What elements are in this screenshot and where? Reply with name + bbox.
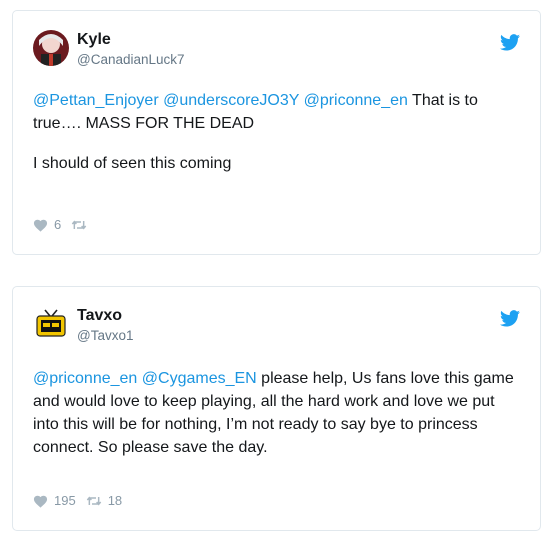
mention-link[interactable]: @priconne_en [33, 370, 137, 387]
display-name[interactable]: Tavxo [77, 307, 122, 325]
twitter-bird-icon[interactable] [500, 34, 520, 51]
retweet-button[interactable] [71, 219, 93, 231]
like-button[interactable]: 195 [33, 493, 76, 508]
tweet-actions: 6 [33, 217, 103, 232]
like-count: 195 [54, 493, 76, 508]
twitter-bird-icon[interactable] [500, 310, 520, 327]
tweet-card[interactable]: Kyle @CanadianLuck7 @Pettan_Enjoyer @und… [12, 10, 541, 255]
tweet-text-paragraph: I should of seen this coming [33, 155, 232, 172]
user-handle[interactable]: @Tavxo1 [77, 328, 133, 343]
tweet-card[interactable]: Tavxo @Tavxo1 @priconne_en @Cygames_EN p… [12, 286, 541, 531]
heart-icon [33, 219, 48, 232]
tweet-text: @priconne_en @Cygames_EN please help, Us… [33, 367, 523, 459]
mention-link[interactable]: @underscoreJO3Y [163, 92, 299, 109]
anime-character-avatar-icon [33, 30, 69, 66]
heart-icon [33, 495, 48, 508]
retweet-icon [72, 220, 87, 229]
retweet-count: 18 [107, 493, 123, 508]
mention-link[interactable]: @priconne_en [304, 92, 408, 109]
retweet-button[interactable]: 18 [86, 493, 122, 508]
mention-link[interactable]: @Cygames_EN [142, 370, 257, 387]
display-name[interactable]: Kyle [77, 31, 111, 49]
mention-link[interactable]: @Pettan_Enjoyer [33, 92, 159, 109]
avatar[interactable] [33, 30, 69, 66]
avatar[interactable] [33, 306, 69, 342]
tv-logo-avatar-icon [33, 306, 69, 342]
retweet-icon [86, 496, 101, 505]
like-count: 6 [54, 217, 62, 232]
tweet-text: @Pettan_Enjoyer @underscoreJO3Y @priconn… [33, 89, 523, 175]
user-handle[interactable]: @CanadianLuck7 [77, 52, 185, 67]
tweet-actions: 195 18 [33, 493, 132, 508]
like-button[interactable]: 6 [33, 217, 61, 232]
